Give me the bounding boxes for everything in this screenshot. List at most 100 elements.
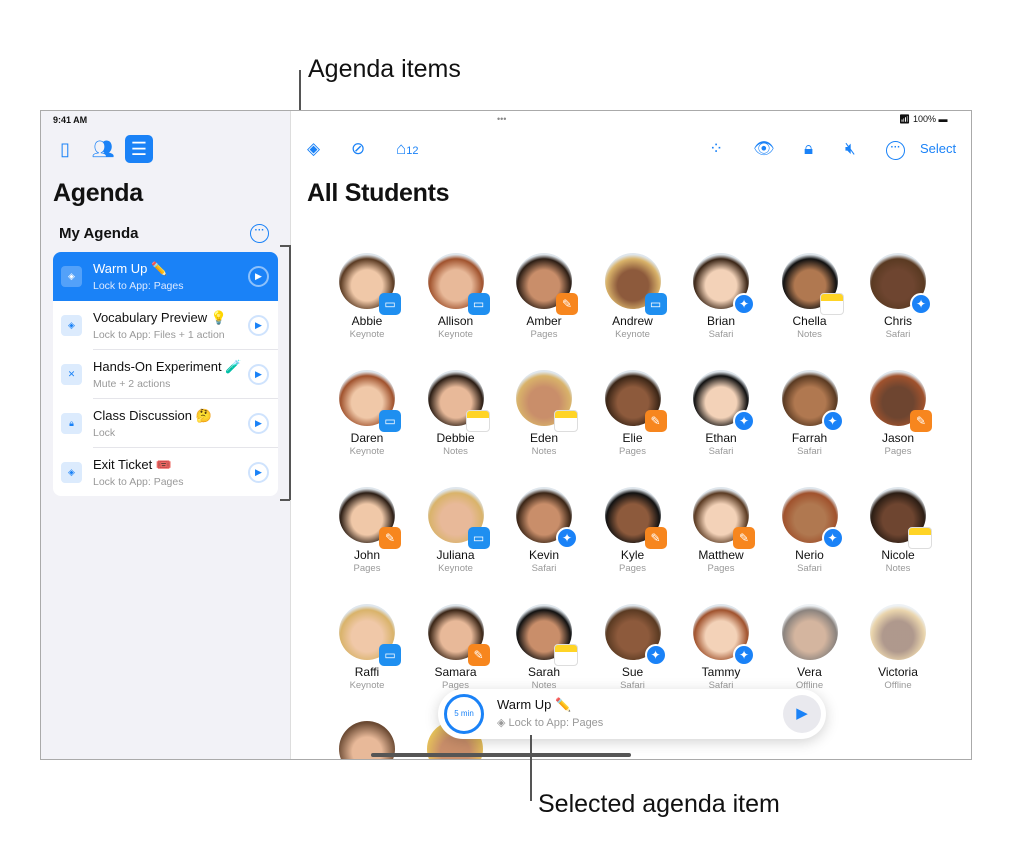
student-name: Vera bbox=[797, 665, 822, 679]
play-button[interactable]: ▶ bbox=[783, 695, 821, 733]
home-indicator[interactable] bbox=[371, 753, 631, 757]
student-tile[interactable]: ▭ Daren Keynote bbox=[323, 370, 411, 457]
student-tile[interactable]: Sarah Notes bbox=[500, 604, 588, 691]
avatar: ✎ bbox=[870, 370, 932, 432]
student-tile[interactable]: ▭ Abbie Keynote bbox=[323, 253, 411, 340]
apps-grid-icon[interactable]: ⁘ bbox=[709, 139, 723, 159]
student-app: Safari bbox=[797, 446, 822, 457]
banner-subtitle: ◈ Lock to App: Pages bbox=[497, 716, 603, 729]
agenda-item-title: Exit Ticket 🎟️ bbox=[93, 457, 173, 472]
avatar: ▭ bbox=[339, 370, 401, 432]
student-app: Keynote bbox=[438, 563, 473, 574]
pages-app-icon: ✎ bbox=[910, 410, 932, 432]
sidebar-title: Agenda bbox=[53, 179, 143, 207]
inbox-button[interactable]: ⌂12 bbox=[396, 139, 419, 159]
avatar: ✦ bbox=[693, 604, 755, 666]
student-tile[interactable]: ✦ Sue Safari bbox=[589, 604, 677, 691]
play-button[interactable]: ▶ bbox=[248, 364, 269, 385]
agenda-item-subtitle: Lock bbox=[93, 427, 116, 439]
layers-icon: ◈ bbox=[61, 462, 82, 483]
student-tile[interactable]: Vera Offline bbox=[766, 604, 854, 691]
student-tile[interactable]: Victoria Offline bbox=[854, 604, 942, 691]
people-icon[interactable]: 👥︎ bbox=[89, 135, 117, 163]
avatar bbox=[516, 370, 578, 432]
student-tile[interactable]: ✎ Samara Pages bbox=[412, 604, 500, 691]
more-actions-icon[interactable]: ··· bbox=[886, 141, 905, 160]
agenda-item[interactable]: 🔒︎ Class Discussion 🤔 Lock ▶ bbox=[53, 399, 278, 448]
student-tile[interactable]: ✎ Jason Pages bbox=[854, 370, 942, 457]
avatar bbox=[870, 604, 926, 660]
play-button[interactable]: ▶ bbox=[248, 315, 269, 336]
safari-app-icon: ✦ bbox=[821, 527, 844, 549]
student-app: Pages bbox=[619, 446, 646, 457]
student-tile[interactable]: ✦ Nerio Safari bbox=[766, 487, 854, 574]
student-tile[interactable]: ✦ Tammy Safari bbox=[677, 604, 765, 691]
play-button[interactable]: ▶ bbox=[248, 413, 269, 434]
student-tile[interactable]: ✎ Kyle Pages bbox=[589, 487, 677, 574]
student-app: Safari bbox=[708, 329, 734, 340]
avatar bbox=[781, 604, 838, 660]
student-name: Eden bbox=[529, 431, 559, 445]
student-name: Tammy bbox=[701, 665, 741, 679]
avatar: ✎ bbox=[339, 487, 401, 549]
student-app: Pages bbox=[707, 563, 735, 574]
section-title: My Agenda bbox=[59, 225, 139, 242]
student-tile[interactable]: ✦ Brian Safari bbox=[677, 253, 765, 340]
student-tile[interactable]: ▭ Raffi Keynote bbox=[323, 604, 411, 691]
student-tile[interactable]: ✦ Chris Safari bbox=[854, 253, 942, 340]
multitask-dots[interactable]: ••• bbox=[497, 114, 506, 124]
student-name: Victoria bbox=[878, 665, 918, 679]
student-name: Brian bbox=[706, 314, 735, 328]
student-tile[interactable]: ✦ Farrah Safari bbox=[766, 370, 854, 457]
student-tile[interactable]: ✎ John Pages bbox=[323, 487, 411, 574]
selected-agenda-banner[interactable]: 5 min Warm Up ✏️ ◈ Lock to App: Pages ▶ bbox=[438, 689, 826, 739]
student-tile[interactable]: ✎ Matthew Pages bbox=[677, 487, 765, 574]
agenda-item[interactable]: ◈ Vocabulary Preview 💡 Lock to App: File… bbox=[53, 301, 278, 350]
student-tile[interactable]: Eden Notes bbox=[500, 370, 588, 457]
layers-icon[interactable]: ◈ bbox=[307, 139, 320, 159]
sidebar-toggle-icon[interactable]: ▯ bbox=[51, 135, 79, 163]
student-tile[interactable]: ✦ Kevin Safari bbox=[500, 487, 588, 574]
student-tile[interactable]: ✦ Ethan Safari bbox=[677, 370, 765, 457]
keynote-app-icon: ▭ bbox=[379, 410, 401, 432]
play-button[interactable]: ▶ bbox=[248, 266, 269, 287]
select-button[interactable]: Select bbox=[920, 141, 956, 156]
banner-title: Warm Up ✏️ bbox=[497, 697, 572, 712]
keynote-app-icon: ▭ bbox=[379, 644, 401, 666]
mute-icon: ✕ bbox=[61, 364, 82, 385]
agenda-item[interactable]: ◈ Exit Ticket 🎟️ Lock to App: Pages ▶ bbox=[53, 448, 278, 496]
student-tile[interactable]: ▭ Juliana Keynote bbox=[412, 487, 500, 574]
keynote-app-icon: ▭ bbox=[467, 293, 490, 315]
lock-icon[interactable]: 🔒︎ bbox=[804, 139, 813, 159]
notes-app-icon bbox=[465, 410, 490, 432]
student-tile[interactable]: Chella Notes bbox=[766, 253, 854, 340]
notes-app-icon bbox=[908, 527, 932, 549]
avatar: ✦ bbox=[781, 487, 844, 549]
agenda-item-subtitle: Mute + 2 actions bbox=[93, 378, 171, 390]
compass-icon[interactable]: ⊘ bbox=[351, 139, 365, 159]
avatar bbox=[870, 487, 932, 549]
student-tile[interactable]: Debbie Notes bbox=[412, 370, 500, 457]
layers-icon: ◈ bbox=[61, 315, 82, 336]
safari-app-icon: ✦ bbox=[556, 527, 578, 549]
student-tile[interactable]: ✎ Amber Pages bbox=[500, 253, 588, 340]
student-tile[interactable]: ▭ Allison Keynote bbox=[412, 253, 500, 340]
agenda-item-title: Class Discussion 🤔 bbox=[93, 408, 212, 423]
bracket bbox=[280, 245, 290, 247]
student-tile[interactable]: ▭ Andrew Keynote bbox=[589, 253, 677, 340]
student-tile[interactable]: ✎ Elie Pages bbox=[589, 370, 677, 457]
student-name: Matthew bbox=[698, 548, 744, 562]
agenda-item[interactable]: ◈ Warm Up ✏️ Lock to App: Pages ▶ bbox=[53, 252, 278, 301]
avatar: ▭ bbox=[339, 253, 401, 315]
hide-screen-icon[interactable]: 👁︎ bbox=[753, 139, 775, 159]
battery-status: 📶︎ 100% ▬ bbox=[899, 114, 948, 124]
mute-icon[interactable]: 🔇︎ bbox=[845, 139, 856, 159]
play-button[interactable]: ▶ bbox=[248, 462, 269, 483]
student-name: Sue bbox=[621, 665, 644, 679]
more-icon[interactable]: ··· bbox=[250, 224, 269, 243]
student-app: Offline bbox=[884, 680, 912, 691]
student-tile[interactable]: Nicole Notes bbox=[854, 487, 942, 574]
student-name: Kevin bbox=[528, 548, 560, 562]
agenda-item[interactable]: ✕ Hands-On Experiment 🧪 Mute + 2 actions… bbox=[53, 350, 278, 399]
list-icon[interactable]: ☰ bbox=[125, 135, 153, 163]
